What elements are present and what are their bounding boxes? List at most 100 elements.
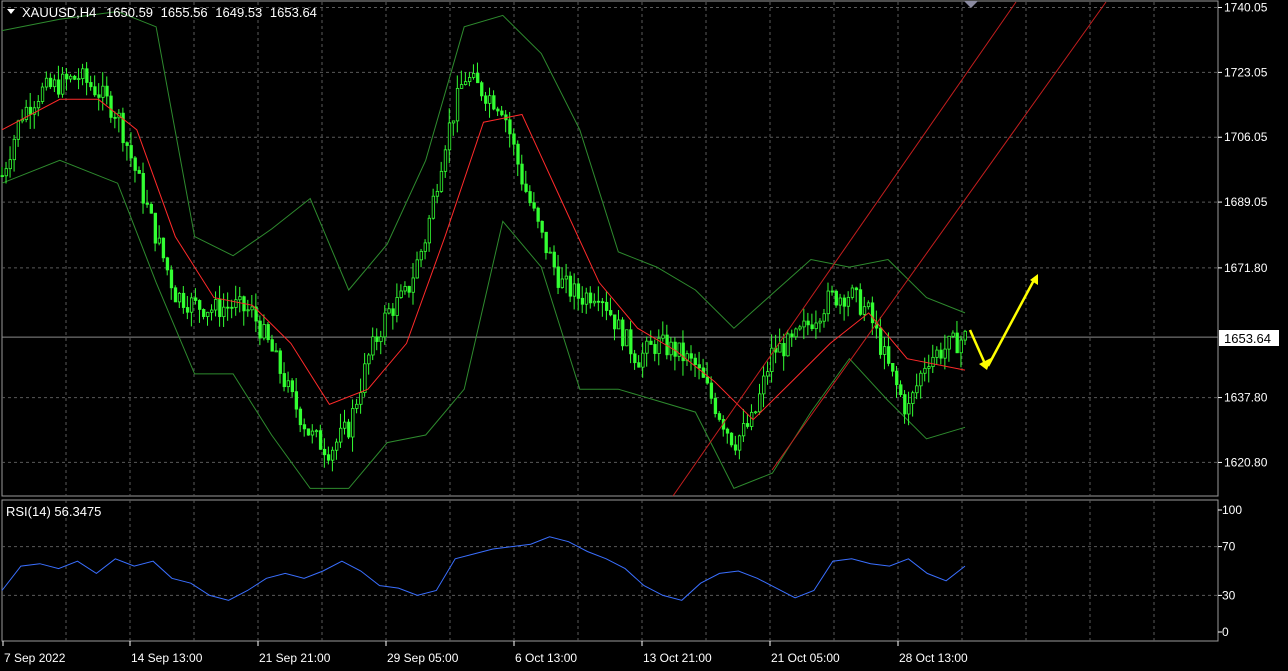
- rsi-tick-label: 70: [1222, 540, 1236, 554]
- candle-body: [427, 217, 432, 244]
- candle-body: [609, 310, 613, 316]
- candle-body: [564, 275, 569, 280]
- candle-body: [883, 346, 887, 355]
- candle-body: [532, 202, 536, 209]
- candle-body: [923, 367, 927, 374]
- candle-body: [36, 101, 41, 109]
- candle-body: [592, 300, 597, 304]
- candle-body: [604, 301, 609, 311]
- candle-body: [459, 84, 464, 89]
- candle-body: [484, 95, 488, 104]
- candle-body: [955, 332, 959, 354]
- candle-body: [65, 73, 69, 80]
- candle: [621, 317, 625, 351]
- candle-body: [717, 413, 722, 420]
- candle-body: [290, 380, 295, 393]
- candle-body: [322, 448, 327, 456]
- candle-body: [198, 300, 202, 310]
- candle-body: [395, 297, 399, 316]
- candle-body: [931, 356, 935, 367]
- candle-body: [878, 327, 883, 355]
- candle-body: [737, 435, 742, 451]
- candle-body: [697, 364, 701, 369]
- candle-body: [552, 251, 556, 268]
- candle-body: [520, 163, 524, 185]
- candle-body: [576, 283, 581, 299]
- candle-body: [794, 328, 798, 338]
- candle-body: [113, 116, 117, 119]
- candle-body: [355, 403, 359, 409]
- candle-body: [778, 343, 782, 353]
- candle-body: [169, 269, 174, 289]
- candle-body: [951, 332, 955, 337]
- candle-body: [246, 309, 250, 312]
- candle-body: [258, 320, 262, 339]
- candle-body: [488, 95, 492, 104]
- candle-body: [125, 142, 129, 146]
- candle-body: [762, 375, 766, 395]
- candle-body: [689, 353, 693, 359]
- candle-body: [907, 403, 911, 415]
- candle-body: [383, 312, 387, 338]
- time-tick-label: 29 Sep 05:00: [387, 651, 459, 665]
- candle-body: [294, 391, 299, 410]
- candle-body: [661, 334, 665, 339]
- candle-body: [725, 428, 730, 434]
- candle-body: [637, 362, 641, 368]
- candle-body: [435, 190, 440, 197]
- time-tick-label: 21 Oct 05:00: [771, 651, 840, 665]
- candle-body: [129, 145, 133, 159]
- candle-body: [572, 283, 577, 297]
- candle-body: [560, 278, 564, 288]
- candle-body: [617, 319, 621, 330]
- close-value: 1653.64: [270, 5, 317, 20]
- candle-body: [447, 122, 452, 151]
- candle-body: [97, 94, 101, 98]
- time-tick-label: 13 Oct 21:00: [643, 651, 712, 665]
- candle-body: [472, 72, 476, 78]
- candle-body: [302, 424, 307, 430]
- price-tick-label: 1740.05: [1224, 1, 1268, 15]
- candle-body: [359, 392, 363, 405]
- candle-body: [419, 250, 423, 261]
- price-tick-label: 1689.05: [1224, 195, 1268, 209]
- candle-body: [866, 302, 871, 308]
- candle-body: [653, 344, 657, 354]
- candle-body: [44, 77, 49, 88]
- rsi-tick-label: 0: [1222, 625, 1229, 639]
- candle-body: [850, 287, 855, 298]
- price-tick-label: 1671.80: [1224, 261, 1268, 275]
- open-value: 1650.59: [106, 5, 153, 20]
- candle-body: [548, 251, 552, 254]
- candle-body: [746, 423, 750, 427]
- candle-body: [476, 72, 480, 84]
- candle-body: [806, 320, 810, 326]
- candle-body: [512, 133, 516, 145]
- candle-body: [854, 287, 859, 291]
- candle-body: [185, 307, 190, 313]
- candle-body: [645, 340, 649, 354]
- candle-body: [858, 289, 863, 315]
- current-price-label: 1653.64: [1224, 331, 1271, 346]
- candle-body: [194, 297, 198, 301]
- candle-body: [862, 306, 867, 315]
- candle-body: [149, 203, 153, 214]
- candle-body: [814, 322, 818, 330]
- candle: [786, 329, 790, 357]
- candle-body: [943, 348, 947, 359]
- candle-body: [69, 75, 73, 80]
- candle-body: [415, 259, 419, 279]
- candle-body: [915, 385, 919, 394]
- candle-body: [439, 170, 444, 192]
- candle-body: [947, 335, 951, 350]
- candle-body: [431, 195, 436, 219]
- candle-body: [741, 423, 746, 437]
- low-value: 1649.53: [215, 5, 262, 20]
- trading-chart[interactable]: 1740.05 1723.05 1706.05 1689.05 1671.80 1637.…: [0, 0, 1288, 671]
- candle-body: [57, 79, 61, 95]
- candle-body: [766, 371, 770, 377]
- candle-body: [939, 349, 943, 359]
- candle-body: [822, 313, 826, 322]
- candle-body: [81, 68, 85, 79]
- time-tick-label: 21 Sep 21:00: [259, 651, 331, 665]
